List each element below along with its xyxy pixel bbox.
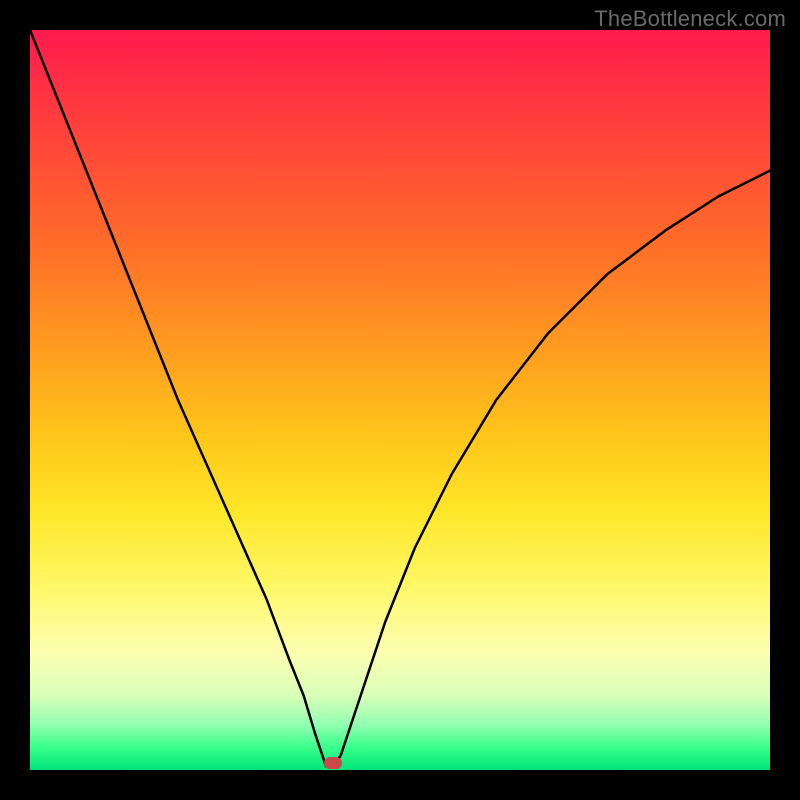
notch-marker bbox=[324, 757, 342, 769]
plot-area bbox=[30, 30, 770, 770]
chart-frame: TheBottleneck.com bbox=[0, 0, 800, 800]
bottleneck-curve bbox=[30, 30, 770, 770]
watermark-text: TheBottleneck.com bbox=[594, 6, 786, 32]
